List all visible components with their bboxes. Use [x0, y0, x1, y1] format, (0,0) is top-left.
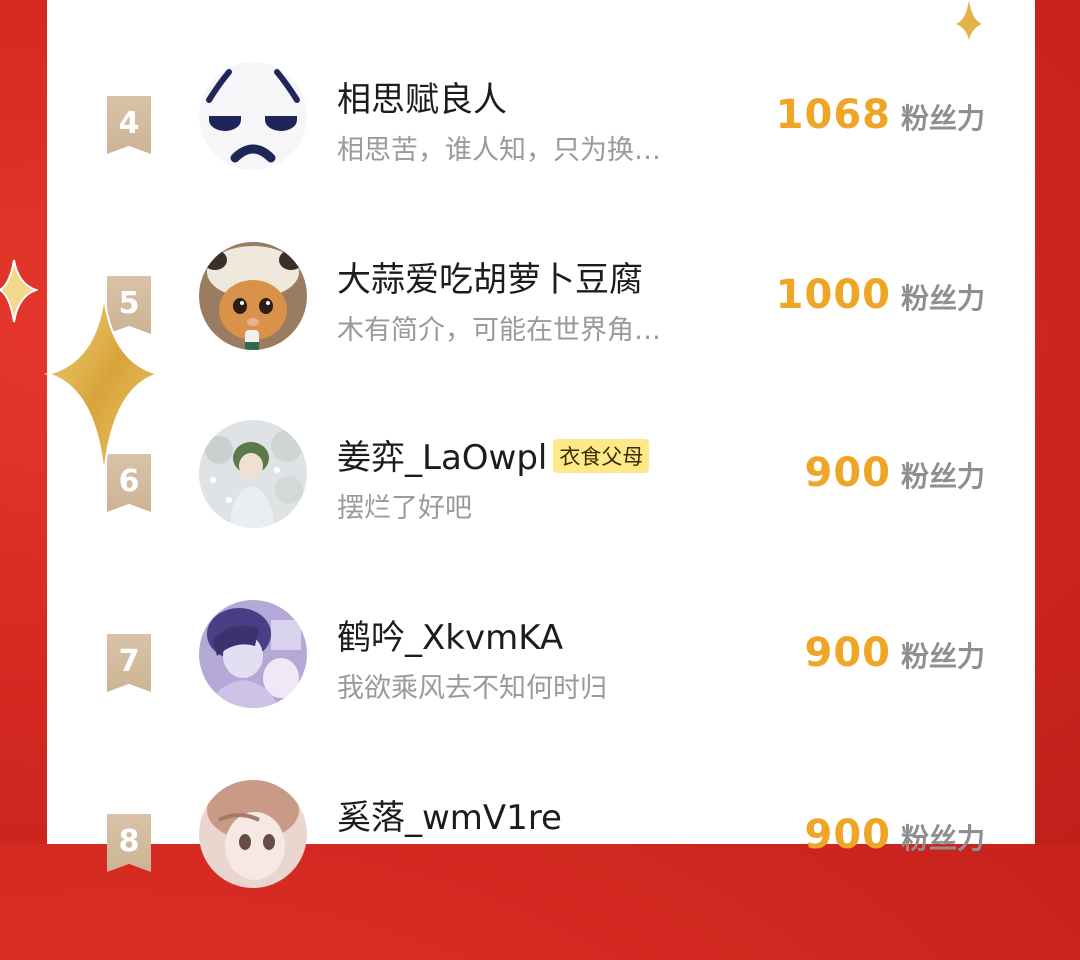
- score-value: 1068: [775, 92, 891, 138]
- cat-avatar-icon: [199, 242, 307, 350]
- score-value: 900: [804, 630, 891, 676]
- leaderboard-row[interactable]: 8 奚落_wmV1re 900 粉丝力: [47, 780, 1035, 960]
- user-name[interactable]: 鹤吟_XkvmKA: [337, 610, 563, 659]
- user-name[interactable]: 姜弈_LaOwpl 衣食父母: [337, 430, 650, 479]
- anime-boy-snow-avatar-icon: [199, 420, 307, 528]
- rank-badge: 4: [107, 96, 151, 154]
- user-name[interactable]: 奚落_wmV1re: [337, 790, 562, 839]
- user-name-text: 大蒜爱吃胡萝卜豆腐: [337, 260, 643, 300]
- score-value: 1000: [775, 272, 891, 318]
- leaderboard-row[interactable]: 7 鹤吟_XkvmKA 我欲乘风去不知何时归 900 粉丝力: [47, 600, 1035, 780]
- sparkle-icon: [0, 259, 38, 323]
- score-unit: 粉丝力: [900, 282, 985, 315]
- user-bio: 我欲乘风去不知何时归: [337, 673, 607, 704]
- user-name-text: 奚落_wmV1re: [337, 798, 562, 838]
- score-value: 900: [804, 450, 891, 496]
- score-unit: 粉丝力: [900, 640, 985, 673]
- score-unit: 粉丝力: [900, 460, 985, 493]
- avatar[interactable]: [199, 420, 307, 528]
- avatar[interactable]: [199, 62, 307, 170]
- user-bio: 摆烂了好吧: [337, 493, 472, 524]
- fan-power-score: 900 粉丝力: [804, 450, 985, 496]
- fan-power-score: 1068 粉丝力: [776, 92, 985, 138]
- user-name-text: 相思赋良人: [337, 80, 507, 120]
- anime-girl-avatar-icon: [199, 780, 307, 888]
- avatar[interactable]: [199, 600, 307, 708]
- anime-couple-purple-avatar-icon: [199, 600, 307, 708]
- sparkle-icon: [44, 295, 162, 477]
- fan-power-score: 900 粉丝力: [804, 630, 985, 676]
- user-bio: 相思苦，谁人知，只为换…: [337, 135, 661, 166]
- user-name[interactable]: 相思赋良人: [337, 72, 507, 121]
- rank-badge: 8: [107, 814, 151, 872]
- user-name-text: 姜弈_LaOwpl: [337, 438, 548, 478]
- leaderboard-row[interactable]: 4 相思赋良人 相思苦，谁人知，只为换… 1068 粉丝力: [47, 62, 1035, 242]
- score-unit: 粉丝力: [900, 822, 985, 855]
- fan-power-score: 900 粉丝力: [804, 812, 985, 858]
- leaderboard-row[interactable]: 6 姜弈_LaOwpl 衣食父母 摆烂了好吧 900 粉丝力: [47, 420, 1035, 600]
- avatar[interactable]: [199, 242, 307, 350]
- user-name[interactable]: 大蒜爱吃胡萝卜豆腐: [337, 252, 643, 301]
- user-bio: 木有简介，可能在世界角…: [337, 315, 661, 346]
- rank-badge: 7: [107, 634, 151, 692]
- avatar[interactable]: [199, 780, 307, 888]
- sparkle-icon: [956, 0, 982, 40]
- supporter-tag: 衣食父母: [553, 438, 650, 473]
- pouting-face-avatar-icon: [199, 62, 307, 170]
- fan-power-score: 1000 粉丝力: [776, 272, 985, 318]
- score-value: 900: [804, 812, 891, 858]
- user-name-text: 鹤吟_XkvmKA: [337, 618, 564, 658]
- score-unit: 粉丝力: [900, 102, 985, 135]
- leaderboard-row[interactable]: 5 大蒜爱吃胡萝卜豆腐 木有简介，可能在世界角… 1000 粉丝力: [47, 242, 1035, 422]
